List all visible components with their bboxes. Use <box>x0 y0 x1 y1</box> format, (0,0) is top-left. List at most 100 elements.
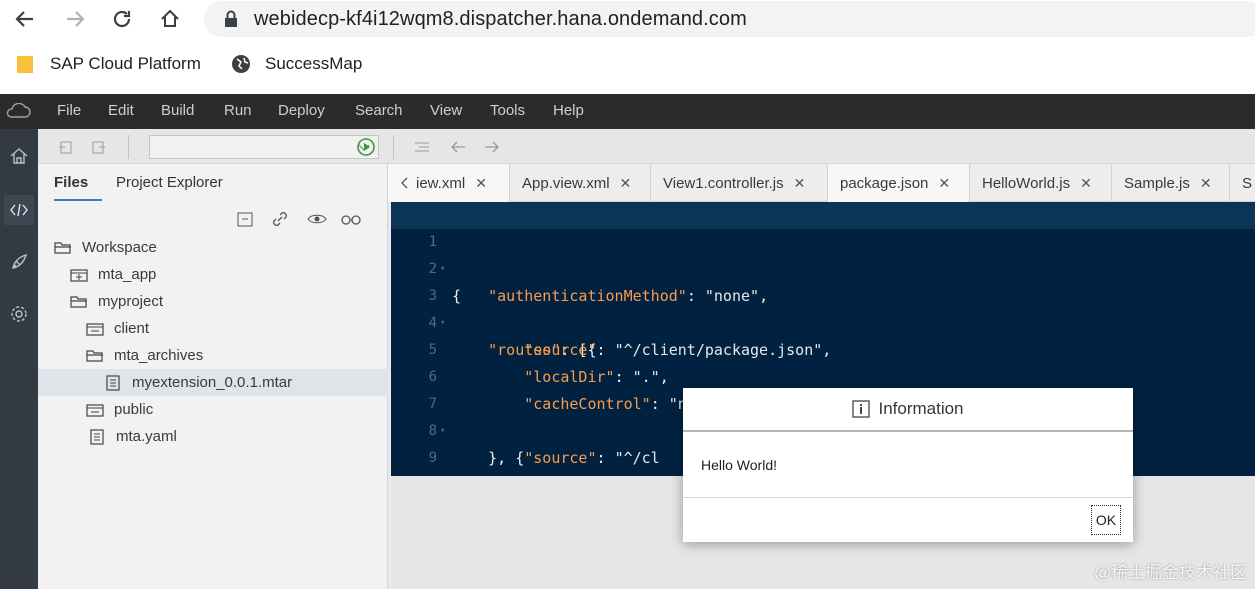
editor-tab-helloworld-js[interactable]: HelloWorld.js ✕ <box>970 164 1112 202</box>
bookmark-sap-cloud-platform[interactable]: SAP Cloud Platform <box>16 54 201 74</box>
arrow-left-icon <box>451 141 465 153</box>
back-arrow-icon <box>15 11 33 27</box>
tab-label: Sample.js <box>1124 174 1190 192</box>
menu-build[interactable]: Build <box>161 102 194 119</box>
menu-tools[interactable]: Tools <box>490 102 525 119</box>
code-line: 4 "source": "^/client/package.json", <box>391 283 1255 359</box>
tree-item-label: client <box>114 320 150 337</box>
close-icon[interactable]: ✕ <box>1080 175 1092 192</box>
tree-item-label: mta.yaml <box>116 428 177 445</box>
link-editor-button[interactable] <box>269 208 291 230</box>
menu-run[interactable]: Run <box>224 102 252 119</box>
home-rail-button[interactable] <box>4 141 34 171</box>
tree-item-client[interactable]: client <box>38 315 388 342</box>
tree-item-label: Workspace <box>82 239 157 256</box>
tree-item-label: mta_archives <box>114 347 204 364</box>
dialog-footer: OK <box>683 497 1133 542</box>
home-icon <box>161 9 179 27</box>
development-rail-button[interactable] <box>4 195 34 225</box>
close-icon[interactable]: ✕ <box>620 175 632 192</box>
code-line: 2 "authenticationMethod": "none", <box>391 229 1255 305</box>
code-icon <box>10 203 28 217</box>
information-dialog: Information Hello World! OK <box>683 388 1133 542</box>
folder-closed-icon <box>70 266 88 284</box>
menu-edit[interactable]: Edit <box>108 102 134 119</box>
tree-item-mta-yaml[interactable]: mta.yaml <box>38 423 388 450</box>
ide-toolbar <box>38 129 1255 164</box>
format-icon <box>415 142 429 152</box>
editor-tab-view1-controller[interactable]: View1.controller.js ✕ <box>651 164 828 202</box>
toolbar-separator <box>393 135 394 159</box>
editor-tab-iew-xml[interactable]: iew.xml ✕ <box>388 164 510 202</box>
play-icon <box>357 138 375 156</box>
reload-button[interactable] <box>107 4 137 34</box>
gear-icon <box>11 306 27 322</box>
folder-closed-icon <box>86 401 104 419</box>
tree-item-workspace[interactable]: Workspace <box>38 234 388 261</box>
tree-item-public[interactable]: public <box>38 396 388 423</box>
forward-arrow-icon <box>67 11 85 27</box>
back-button[interactable] <box>10 4 40 34</box>
tab-label: iew.xml <box>416 174 466 192</box>
format-button[interactable] <box>412 137 432 157</box>
code-line: 1 ▾ { <box>391 202 1255 305</box>
preview-button[interactable] <box>340 208 362 230</box>
home-button[interactable] <box>155 4 185 34</box>
home-icon <box>10 148 28 164</box>
settings-rail-button[interactable] <box>4 299 34 329</box>
browser-address-bar: webidecp-kf4i12wqm8.dispatcher.hana.onde… <box>0 0 1255 40</box>
menu-search[interactable]: Search <box>355 102 403 119</box>
tree-item-label: public <box>114 401 154 418</box>
eye-icon <box>307 214 327 224</box>
tree-item-mtar-file[interactable]: myextension_0.0.1.mtar <box>38 369 388 396</box>
run-button[interactable] <box>356 137 376 157</box>
code-line: 7 ▾ }, { <box>391 364 1255 467</box>
menu-help[interactable]: Help <box>553 102 584 119</box>
navigate-forward-button[interactable] <box>482 137 502 157</box>
dialog-title: Information <box>878 399 964 418</box>
files-pane: Files Project Explorer Workspace mta_app… <box>38 164 388 589</box>
close-icon[interactable]: ✕ <box>794 175 806 192</box>
collapse-all-button[interactable] <box>234 208 256 230</box>
bookmark-label: SuccessMap <box>265 54 363 73</box>
deploy-rail-button[interactable] <box>4 247 34 277</box>
dialog-header: Information <box>683 388 1133 432</box>
tab-files[interactable]: Files <box>54 174 88 191</box>
editor-tab-overflow[interactable]: S <box>1230 164 1255 202</box>
ok-button[interactable]: OK <box>1091 505 1121 535</box>
redo-button[interactable] <box>88 137 108 157</box>
bookmarks-bar: SAP Cloud Platform SuccessMap <box>0 40 1255 94</box>
navigate-back-button[interactable] <box>448 137 468 157</box>
editor-tab-bar: iew.xml ✕ App.view.xml ✕ View1.controlle… <box>388 164 1255 202</box>
editor-tab-app-view-xml[interactable]: App.view.xml ✕ <box>510 164 651 202</box>
tree-item-mta-app[interactable]: mta_app <box>38 261 388 288</box>
folder-open-icon <box>54 239 72 257</box>
lock-icon <box>225 10 237 27</box>
arrow-right-icon <box>485 141 499 153</box>
dialog-message: Hello World! <box>701 457 777 473</box>
menu-file[interactable]: File <box>57 102 81 119</box>
tree-item-label: mta_app <box>98 266 157 283</box>
menu-deploy[interactable]: Deploy <box>278 102 325 119</box>
tree-item-myproject[interactable]: myproject <box>38 288 388 315</box>
url-text[interactable]: webidecp-kf4i12wqm8.dispatcher.hana.onde… <box>254 8 747 31</box>
tree-item-mta-archives[interactable]: mta_archives <box>38 342 388 369</box>
editor-tab-package-json[interactable]: package.json ✕ <box>828 164 970 202</box>
forward-button[interactable] <box>60 4 90 34</box>
cloud-icon <box>6 103 31 118</box>
undo-button[interactable] <box>56 137 76 157</box>
tree-item-label: myextension_0.0.1.mtar <box>132 374 293 391</box>
close-icon[interactable]: ✕ <box>1200 175 1212 192</box>
left-activity-rail <box>0 129 38 589</box>
close-icon[interactable]: ✕ <box>938 175 950 192</box>
editor-tab-sample-js[interactable]: Sample.js ✕ <box>1112 164 1230 202</box>
show-hidden-button[interactable] <box>306 208 328 230</box>
bookmark-successmap[interactable]: SuccessMap <box>231 54 362 74</box>
tab-project-explorer[interactable]: Project Explorer <box>116 174 223 191</box>
close-icon[interactable]: ✕ <box>475 175 487 192</box>
tab-label: HelloWorld.js <box>982 174 1071 192</box>
tab-label: App.view.xml <box>522 174 610 192</box>
menu-view[interactable]: View <box>430 102 462 119</box>
collapse-icon <box>237 212 253 227</box>
run-config-select[interactable] <box>149 135 379 159</box>
